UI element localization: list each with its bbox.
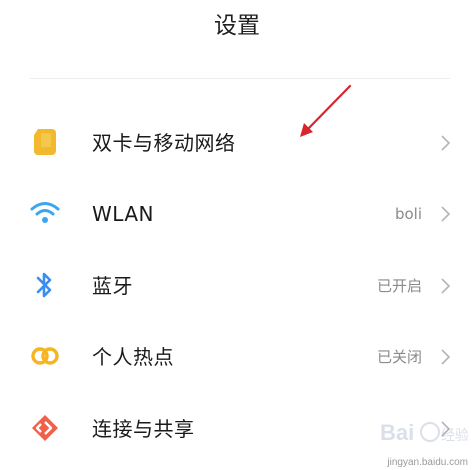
row-label: WLAN	[92, 202, 155, 226]
svg-text:经验: 经验	[441, 428, 468, 444]
header-divider	[30, 78, 450, 79]
baidu-watermark-logo: Bai 经验	[380, 420, 468, 445]
row-label: 连接与共享	[92, 417, 195, 441]
row-value: 已关闭	[376, 348, 422, 366]
wifi-icon	[28, 196, 62, 230]
chevron-right-icon	[441, 349, 451, 365]
row-value: boli	[394, 205, 422, 223]
sim-card-icon	[28, 125, 62, 159]
watermark-url: jingyan.baidu.com	[387, 457, 468, 468]
bluetooth-icon	[28, 268, 62, 302]
settings-row-wlan[interactable]: WLAN boli	[0, 178, 474, 250]
chevron-right-icon	[441, 206, 451, 222]
row-label: 个人热点	[92, 345, 174, 369]
settings-row-hotspot[interactable]: 个人热点 已关闭	[0, 321, 474, 393]
page-title: 设置	[214, 13, 260, 39]
connection-sharing-icon	[28, 411, 62, 445]
row-label: 双卡与移动网络	[92, 131, 236, 155]
svg-text:Bai: Bai	[380, 420, 414, 445]
settings-screen: 设置 双卡与移动网络 WLAN boli 蓝牙 已开启 个人热点 已关闭 连接与…	[0, 0, 474, 470]
chevron-right-icon	[441, 278, 451, 294]
row-value: 已开启	[376, 277, 422, 295]
chevron-right-icon	[441, 135, 451, 151]
hotspot-icon	[28, 339, 62, 373]
settings-row-bluetooth[interactable]: 蓝牙 已开启	[0, 250, 474, 322]
settings-row-dual-sim[interactable]: 双卡与移动网络	[0, 107, 474, 179]
row-label: 蓝牙	[92, 274, 133, 298]
